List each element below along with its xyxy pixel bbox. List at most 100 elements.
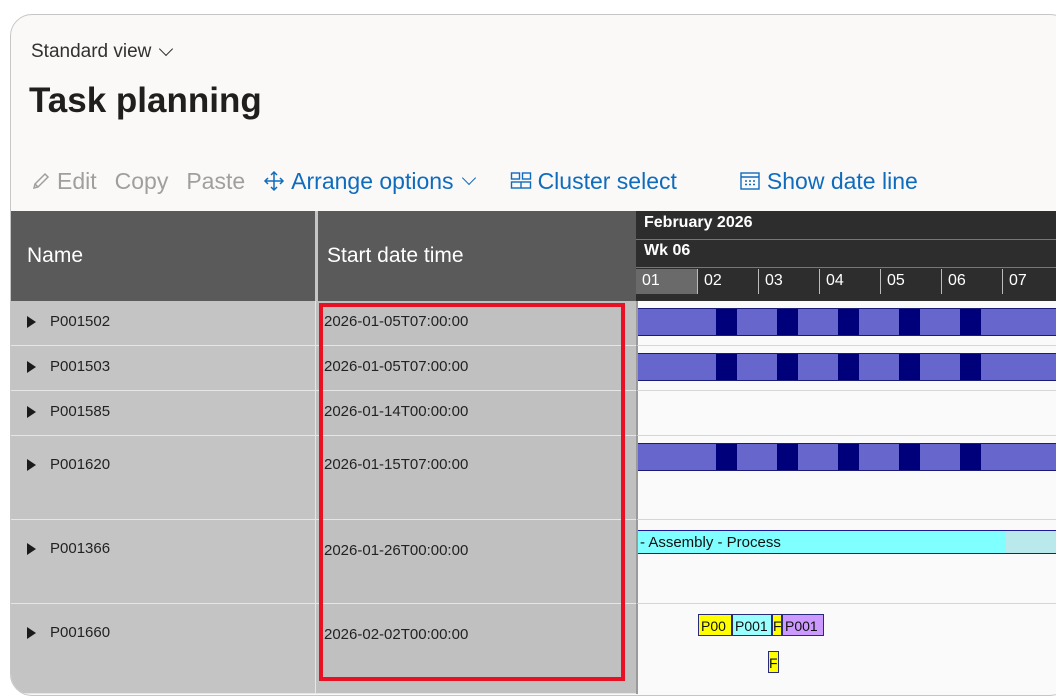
table-row[interactable]: P001502 2026-01-05T07:00:00 (11, 301, 1056, 346)
gantt-block (777, 309, 798, 335)
row-start-date: 2026-02-02T00:00:00 (324, 626, 469, 643)
edit-button[interactable]: Edit (31, 168, 97, 195)
table-row[interactable]: P001660 2026-02-02T00:00:00 P00 P001 F P… (11, 604, 1056, 694)
show-date-line-label: Show date line (766, 167, 918, 194)
gantt-cell: - Assembly - Process (636, 520, 1056, 604)
table-row[interactable]: P001585 2026-01-14T00:00:00 (11, 391, 1056, 436)
cluster-select-button[interactable]: Cluster select (510, 168, 677, 195)
gantt-block (838, 309, 859, 335)
name-cell: P001585 (11, 391, 315, 436)
column-header-name[interactable]: Name (11, 211, 315, 301)
gantt-block (716, 309, 737, 335)
gantt-block (716, 354, 737, 380)
row-name: P001503 (50, 358, 111, 375)
gantt-day: 03 (758, 269, 819, 294)
edit-label: Edit (57, 167, 97, 194)
row-start-date: 2026-01-15T07:00:00 (324, 456, 469, 473)
gantt-day: 01 (636, 269, 697, 294)
gantt-block (777, 444, 798, 470)
gantt-block (960, 309, 981, 335)
gantt-block (960, 444, 981, 470)
gantt-day: 06 (941, 269, 1002, 294)
start-date-cell: 2026-01-05T07:00:00 (315, 301, 636, 346)
gantt-task-tag[interactable]: F (768, 651, 779, 673)
gantt-bar-edge (638, 470, 1056, 471)
row-start-date: 2026-01-05T07:00:00 (324, 358, 469, 375)
row-start-date: 2026-01-14T00:00:00 (324, 403, 469, 420)
expand-triangle-icon[interactable] (27, 360, 36, 373)
copy-button[interactable]: Copy (115, 168, 169, 195)
gantt-cell (636, 346, 1056, 391)
page-title: Task planning (29, 81, 262, 120)
gantt-day: 05 (880, 269, 941, 294)
name-cell: P001620 (11, 436, 315, 520)
start-date-cell: 2026-01-05T07:00:00 (315, 346, 636, 391)
paste-button[interactable]: Paste (186, 168, 245, 195)
start-date-cell: 2026-01-15T07:00:00 (315, 436, 636, 520)
row-start-date: 2026-01-26T00:00:00 (324, 542, 469, 559)
row-name: P001366 (50, 540, 111, 557)
gantt-block (838, 444, 859, 470)
move-arrows-icon (264, 170, 285, 192)
gantt-cell (636, 391, 1056, 436)
expand-triangle-icon[interactable] (27, 458, 36, 471)
toolbar: Edit Copy Paste Arrange options Cluster … (31, 165, 936, 197)
gantt-cell: P00 P001 F P001 F (636, 604, 1056, 694)
cluster-select-label: Cluster select (537, 167, 677, 194)
expand-triangle-icon[interactable] (27, 315, 36, 328)
name-cell: P001366 (11, 520, 315, 604)
task-grid: Name Start date time February 2026 Wk 06… (11, 211, 1056, 695)
gantt-task-tag[interactable]: P001 (732, 614, 772, 636)
expand-triangle-icon[interactable] (27, 626, 36, 639)
gantt-block (838, 354, 859, 380)
cluster-grid-icon (510, 172, 531, 189)
row-name: P001660 (50, 624, 111, 641)
name-cell: P001503 (11, 346, 315, 391)
row-name: P001585 (50, 403, 111, 420)
row-name: P001620 (50, 456, 111, 473)
gantt-timeline-header: February 2026 Wk 06 01 02 03 04 05 06 07 (636, 211, 1056, 301)
gantt-block (716, 444, 737, 470)
gantt-cell (636, 301, 1056, 346)
gantt-task-tag[interactable]: P001 (782, 614, 824, 636)
gantt-day: 07 (1002, 269, 1056, 294)
column-header-start-date[interactable]: Start date time (318, 211, 636, 301)
name-cell: P001502 (11, 301, 315, 346)
gantt-bar-assembly[interactable]: - Assembly - Process (638, 530, 1006, 554)
start-date-cell: 2026-01-26T00:00:00 (315, 520, 636, 604)
table-row[interactable]: P001503 2026-01-05T07:00:00 (11, 346, 1056, 391)
expand-triangle-icon[interactable] (27, 405, 36, 418)
expand-triangle-icon[interactable] (27, 542, 36, 555)
view-selector-label: Standard view (31, 41, 152, 62)
table-row[interactable]: P001620 2026-01-15T07:00:00 (11, 436, 1056, 520)
gantt-bar-edge (638, 335, 1056, 336)
gantt-block (899, 309, 920, 335)
calendar-icon (740, 172, 760, 190)
gantt-week-label: Wk 06 (644, 242, 691, 259)
arrange-options-label: Arrange options (291, 167, 454, 194)
gantt-bar-assembly-tail (1006, 530, 1056, 554)
row-name: P001502 (50, 313, 111, 330)
pencil-icon (32, 172, 50, 190)
copy-label: Copy (114, 167, 169, 194)
gantt-task-tag[interactable]: F (772, 614, 782, 636)
start-date-cell: 2026-02-02T00:00:00 (315, 604, 636, 694)
name-cell: P001660 (11, 604, 315, 694)
arrange-options-button[interactable]: Arrange options (263, 167, 476, 195)
paste-label: Paste (186, 167, 246, 194)
gantt-cell (636, 436, 1056, 520)
show-date-line-button[interactable]: Show date line (739, 168, 918, 195)
gantt-day: 04 (819, 269, 880, 294)
gantt-bar-edge (638, 380, 1056, 381)
gantt-day: 02 (697, 269, 758, 294)
chevron-down-icon (461, 170, 476, 186)
gantt-block (899, 444, 920, 470)
gantt-task-tag[interactable]: P00 (698, 614, 732, 636)
gantt-block (777, 354, 798, 380)
view-selector[interactable]: Standard view (31, 41, 174, 63)
gantt-block (899, 354, 920, 380)
chevron-down-icon (159, 41, 174, 57)
timeline-divider (636, 239, 1056, 240)
table-row[interactable]: P001366 2026-01-26T00:00:00 - Assembly -… (11, 520, 1056, 604)
gantt-month-label: February 2026 (644, 214, 753, 231)
